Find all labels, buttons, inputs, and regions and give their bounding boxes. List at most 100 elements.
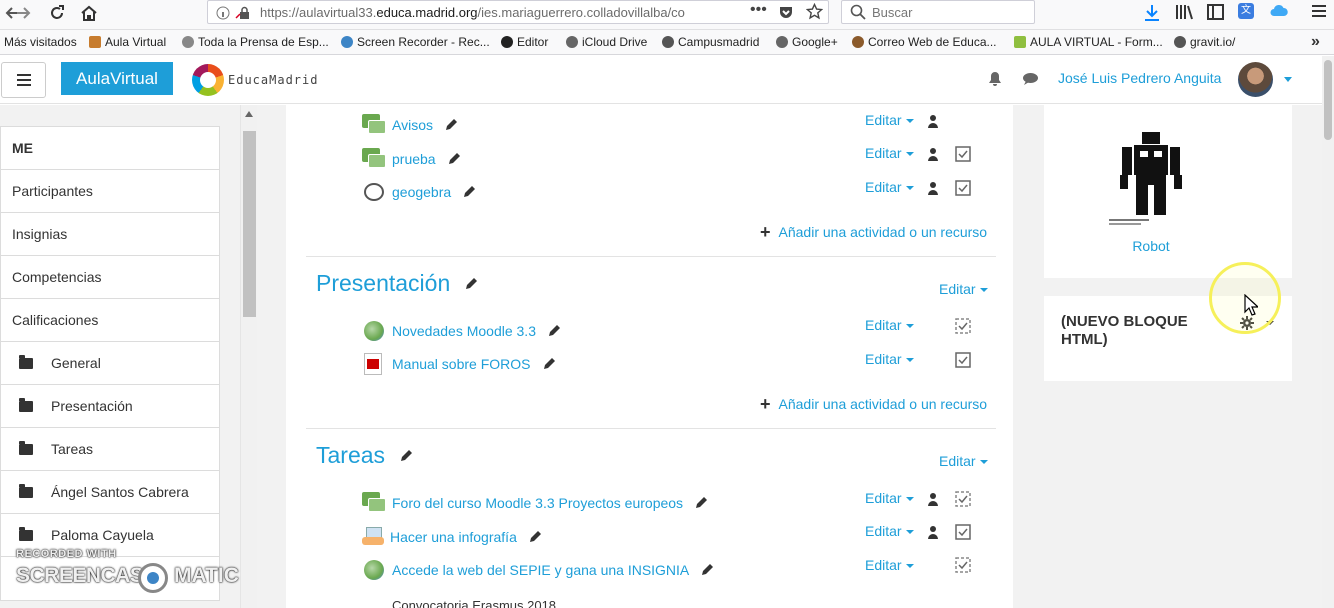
edit-title-pencil-icon[interactable] (399, 449, 413, 463)
activity-link[interactable]: prueba (392, 151, 436, 167)
completion-checkbox-icon[interactable] (955, 352, 971, 368)
nav-item-label: Ángel Santos Cabrera (51, 484, 189, 500)
completion-checkbox-icon[interactable] (955, 180, 971, 196)
activity-link[interactable]: Novedades Moodle 3.3 (392, 323, 536, 339)
forward-icon[interactable] (12, 2, 36, 24)
group-mode-icon[interactable] (927, 525, 939, 539)
edit-menu-button[interactable]: Editar (865, 112, 914, 128)
drawer-toggle-button[interactable] (1, 62, 46, 98)
bookmark-item[interactable]: Editor (501, 35, 548, 49)
pocket-icon[interactable] (778, 4, 794, 25)
educamadrid-logo[interactable]: EducaMadrid (192, 64, 318, 96)
home-icon[interactable] (77, 2, 101, 24)
edit-title-pencil-icon[interactable] (462, 185, 476, 199)
completion-checkbox-icon[interactable] (955, 318, 971, 334)
nav-item-insignias[interactable]: Insignias (1, 213, 219, 256)
edit-title-pencil-icon[interactable] (694, 496, 708, 510)
nav-item-me[interactable]: ME (1, 127, 219, 170)
page-scroll-thumb[interactable] (1324, 60, 1332, 140)
completion-checkbox-icon[interactable] (955, 146, 971, 162)
group-mode-icon[interactable] (927, 492, 939, 506)
translate-icon[interactable]: 文 (1238, 3, 1254, 19)
group-mode-icon[interactable] (927, 147, 939, 161)
edit-menu-button[interactable]: Editar (865, 523, 914, 539)
page-info-icon[interactable] (216, 5, 252, 26)
bookmark-item[interactable]: Toda la Prensa de Esp... (182, 35, 329, 49)
edit-menu-button[interactable]: Editar (865, 179, 914, 195)
bookmark-label: Correo Web de Educa... (868, 35, 997, 49)
nav-item-label: Participantes (12, 183, 93, 199)
bookmark-item[interactable]: Correo Web de Educa... (852, 35, 997, 49)
activity-link[interactable]: geogebra (392, 184, 451, 200)
nav-item-general[interactable]: General (1, 342, 219, 385)
add-activity-label: Añadir una actividad o un recurso (778, 224, 988, 240)
group-mode-icon[interactable] (927, 114, 939, 128)
avatar[interactable] (1238, 62, 1273, 97)
bookmark-item[interactable]: AULA VIRTUAL - Form... (1014, 35, 1163, 49)
edit-menu-button[interactable]: Editar (865, 145, 914, 161)
robot-image[interactable] (1106, 127, 1196, 227)
add-activity-button[interactable]: + Añadir una actividad o un recurso (760, 223, 987, 241)
group-mode-icon[interactable] (927, 181, 939, 195)
drawer-scrollbar[interactable] (240, 105, 257, 608)
section-edit-menu-button[interactable]: Editar (939, 453, 988, 469)
search-bar[interactable]: Buscar (841, 0, 1035, 24)
nav-item-angel-santos-cabrera[interactable]: Ángel Santos Cabrera (1, 471, 219, 514)
bookmark-star-icon[interactable] (805, 2, 824, 25)
edit-menu-button[interactable]: Editar (865, 490, 914, 506)
edit-title-pencil-icon[interactable] (464, 277, 478, 291)
bookmark-item[interactable]: Más visitados (4, 35, 77, 49)
search-icon (850, 4, 866, 25)
robot-link[interactable]: Robot (1044, 238, 1258, 254)
edit-title-pencil-icon[interactable] (444, 118, 458, 132)
edit-menu-button[interactable]: Editar (865, 317, 914, 333)
nav-item-presentacion[interactable]: Presentación (1, 385, 219, 428)
bookmarks-overflow-icon[interactable]: » (1311, 33, 1320, 51)
nav-item-tareas[interactable]: Tareas (1, 428, 219, 471)
completion-checkbox-icon[interactable] (955, 524, 971, 540)
user-menu-caret-icon[interactable] (1284, 77, 1292, 82)
edit-menu-button[interactable]: Editar (865, 351, 914, 367)
edit-menu-button[interactable]: Editar (865, 557, 914, 573)
bookmark-item[interactable]: Campusmadrid (662, 35, 759, 49)
activity-link[interactable]: Manual sobre FOROS (392, 356, 531, 372)
bookmark-item[interactable]: Aula Virtual (89, 35, 166, 49)
bookmark-item[interactable]: Screen Recorder - Rec... (341, 35, 490, 49)
activity-link[interactable]: Accede la web del SEPIE y gana una INSIG… (392, 562, 689, 578)
add-activity-button[interactable]: + Añadir una actividad o un recurso (760, 395, 987, 413)
cloud-icon[interactable] (1270, 4, 1288, 23)
sidebar-icon[interactable] (1207, 4, 1224, 25)
browser-menu-icon[interactable] (1311, 4, 1327, 23)
activity-link[interactable]: Foro del curso Moodle 3.3 Proyectos euro… (392, 495, 683, 511)
bookmark-item[interactable]: iCloud Drive (566, 35, 647, 49)
page-scrollbar[interactable] (1322, 56, 1334, 608)
site-brand[interactable]: AulaVirtual (61, 62, 173, 95)
messages-icon[interactable] (1022, 72, 1039, 91)
completion-checkbox-icon[interactable] (955, 557, 971, 573)
bookmark-item[interactable]: Google+ (776, 35, 838, 49)
completion-checkbox-icon[interactable] (955, 491, 971, 507)
nav-item-calificaciones[interactable]: Calificaciones (1, 299, 219, 342)
scroll-up-icon[interactable] (245, 111, 253, 117)
page-actions-icon[interactable]: ••• (750, 1, 767, 19)
activity-link[interactable]: Hacer una infografía (390, 529, 517, 545)
edit-title-pencil-icon[interactable] (547, 324, 561, 338)
edit-title-pencil-icon[interactable] (700, 563, 714, 577)
section-title-presentacion[interactable]: Presentación (316, 270, 478, 297)
edit-title-pencil-icon[interactable] (528, 530, 542, 544)
url-bar[interactable]: https://aulavirtual33.educa.madrid.org/i… (207, 0, 829, 24)
section-edit-menu-button[interactable]: Editar (939, 281, 988, 297)
drawer-scroll-thumb[interactable] (243, 131, 256, 317)
library-icon[interactable] (1175, 4, 1193, 25)
nav-item-participantes[interactable]: Participantes (1, 170, 219, 213)
reload-icon[interactable] (45, 2, 69, 24)
user-menu-name[interactable]: José Luis Pedrero Anguita (1058, 70, 1221, 86)
activity-link[interactable]: Avisos (392, 117, 433, 133)
nav-item-competencias[interactable]: Competencias (1, 256, 219, 299)
section-title-tareas[interactable]: Tareas (316, 442, 413, 469)
notifications-icon[interactable] (988, 71, 1002, 92)
download-icon[interactable] (1144, 4, 1160, 27)
edit-title-pencil-icon[interactable] (542, 357, 556, 371)
edit-title-pencil-icon[interactable] (447, 152, 461, 166)
bookmark-item[interactable]: gravit.io/ (1174, 35, 1235, 49)
